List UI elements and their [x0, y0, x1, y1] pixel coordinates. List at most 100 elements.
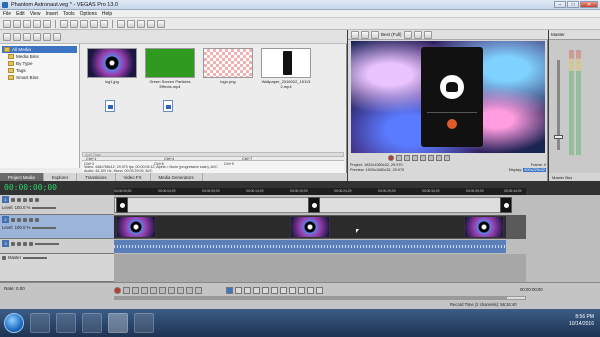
previous-frame-icon[interactable]	[436, 154, 442, 161]
stop-icon[interactable]	[428, 154, 434, 161]
tab-video-fx[interactable]: Video FX	[116, 173, 151, 181]
media-item[interactable]: lcg1.jpg	[84, 48, 140, 84]
pause-icon[interactable]	[420, 154, 426, 161]
auto-ripple-icon[interactable]	[244, 287, 251, 294]
vegas-taskbar-icon[interactable]	[108, 313, 128, 333]
redo-icon[interactable]	[100, 19, 108, 28]
normal-edit-tool-icon[interactable]	[117, 19, 125, 28]
previous-frame-icon[interactable]	[186, 287, 193, 294]
loop-icon[interactable]	[396, 154, 402, 161]
import-media-icon[interactable]	[3, 32, 11, 41]
tab-master-bus[interactable]: Master Bus	[549, 173, 600, 181]
auto-crossfade-icon[interactable]	[235, 287, 242, 294]
open-icon[interactable]	[13, 19, 21, 28]
record-icon[interactable]	[388, 154, 394, 161]
fx-icon[interactable]	[17, 197, 21, 202]
level-slider[interactable]	[32, 226, 57, 229]
trim-icon[interactable]	[280, 287, 287, 294]
overlays-icon[interactable]	[403, 30, 412, 39]
external-monitor-icon[interactable]	[361, 30, 369, 39]
menu-options[interactable]: Options	[80, 11, 97, 17]
media-fx-icon[interactable]	[43, 32, 51, 41]
tree-item-media-bins[interactable]: Media Bins	[2, 53, 77, 60]
time-ruler[interactable]: 00:00:00;00 00:00:04;29 00:00:09;29 00:0…	[114, 188, 526, 195]
system-tray-clock[interactable]: 8:56 PM 10/14/2016	[569, 314, 594, 328]
next-frame-icon[interactable]	[444, 154, 450, 161]
maximize-button[interactable]: □	[567, 1, 579, 8]
media-item[interactable]: Green Screen Particles Effects.mp4	[142, 48, 198, 89]
explorer-taskbar-icon[interactable]	[30, 313, 50, 333]
tree-item-by-type[interactable]: By Type	[2, 60, 77, 67]
go-to-start-icon[interactable]	[168, 287, 175, 294]
preview-properties-icon[interactable]	[351, 30, 359, 39]
marker-icon[interactable]	[307, 287, 314, 294]
solo-icon[interactable]	[35, 217, 39, 222]
minimize-button[interactable]: –	[554, 1, 566, 8]
menu-view[interactable]: View	[30, 11, 41, 17]
motion-icon[interactable]	[23, 217, 27, 222]
motion-icon[interactable]	[23, 197, 27, 202]
media-item[interactable]: Wallpaper_2016022_15113 2.mp4	[258, 48, 314, 89]
expand-icon[interactable]	[11, 241, 15, 246]
cut-icon[interactable]	[60, 19, 68, 28]
video-track-1-lane[interactable]	[114, 195, 526, 215]
mute-icon[interactable]	[29, 241, 33, 246]
video-track-2-lane[interactable]	[114, 215, 526, 239]
go-to-end-icon[interactable]	[177, 287, 184, 294]
loop-icon[interactable]	[123, 287, 130, 294]
menu-tools[interactable]: Tools	[63, 11, 75, 17]
start-button[interactable]	[4, 313, 24, 333]
play-icon[interactable]	[412, 154, 418, 161]
envelope-tool-icon[interactable]	[127, 19, 135, 28]
obs-taskbar-icon[interactable]	[134, 313, 154, 333]
mute-icon[interactable]	[29, 197, 33, 202]
save-icon[interactable]	[23, 19, 31, 28]
media-item[interactable]	[162, 100, 174, 113]
copy-snapshot-icon[interactable]	[413, 30, 422, 39]
help-icon[interactable]	[157, 19, 165, 28]
trim-start-icon[interactable]	[289, 287, 296, 294]
new-project-icon[interactable]	[3, 19, 11, 28]
snap-icon[interactable]	[226, 287, 233, 294]
properties-icon[interactable]	[33, 19, 41, 28]
region-icon[interactable]	[316, 287, 323, 294]
expand-icon[interactable]	[11, 217, 15, 222]
menu-edit[interactable]: Edit	[16, 11, 25, 17]
next-frame-icon[interactable]	[195, 287, 202, 294]
capture-icon[interactable]	[13, 32, 21, 41]
selection-tool-icon[interactable]	[137, 19, 145, 28]
track-header-video-1[interactable]: 1 Level: 100.0 %	[0, 195, 114, 215]
volume-slider[interactable]	[35, 242, 59, 245]
mute-icon[interactable]	[29, 217, 33, 222]
playback-rate[interactable]: Rate: 0.00	[4, 286, 25, 291]
ignore-grouping-icon[interactable]	[262, 287, 269, 294]
remove-media-icon[interactable]	[33, 32, 41, 41]
play-from-start-icon[interactable]	[132, 287, 139, 294]
trim-end-icon[interactable]	[298, 287, 305, 294]
fx-icon[interactable]	[17, 241, 21, 246]
menu-help[interactable]: Help	[102, 11, 112, 17]
arm-record-icon[interactable]	[23, 241, 27, 246]
tab-media-generators[interactable]: Media Generators	[151, 173, 203, 181]
tab-project-media[interactable]: Project Media	[0, 173, 44, 181]
tree-item-tags[interactable]: Tags	[2, 67, 77, 74]
chrome-taskbar-icon[interactable]	[82, 313, 102, 333]
timeline-scrollbar[interactable]	[114, 296, 526, 300]
fx-icon[interactable]	[17, 217, 21, 222]
tab-transitions[interactable]: Transitions	[77, 173, 116, 181]
paste-icon[interactable]	[80, 19, 88, 28]
zoom-tool-icon[interactable]	[147, 19, 155, 28]
save-snapshot-icon[interactable]	[423, 30, 432, 39]
stop-icon[interactable]	[159, 287, 166, 294]
level-slider[interactable]	[32, 206, 57, 209]
add-tags-field[interactable]: Add Tags	[82, 152, 344, 157]
scrollbar-thumb[interactable]	[115, 297, 507, 300]
audio-waveform-clip[interactable]	[114, 240, 506, 253]
get-media-icon[interactable]	[23, 32, 31, 41]
close-button[interactable]: ✕	[580, 1, 598, 8]
render-icon[interactable]	[43, 19, 51, 28]
preview-quality-dropdown[interactable]: Best (Full)	[381, 32, 402, 37]
play-from-start-icon[interactable]	[404, 154, 410, 161]
play-icon[interactable]	[141, 287, 148, 294]
undo-icon[interactable]	[90, 19, 98, 28]
